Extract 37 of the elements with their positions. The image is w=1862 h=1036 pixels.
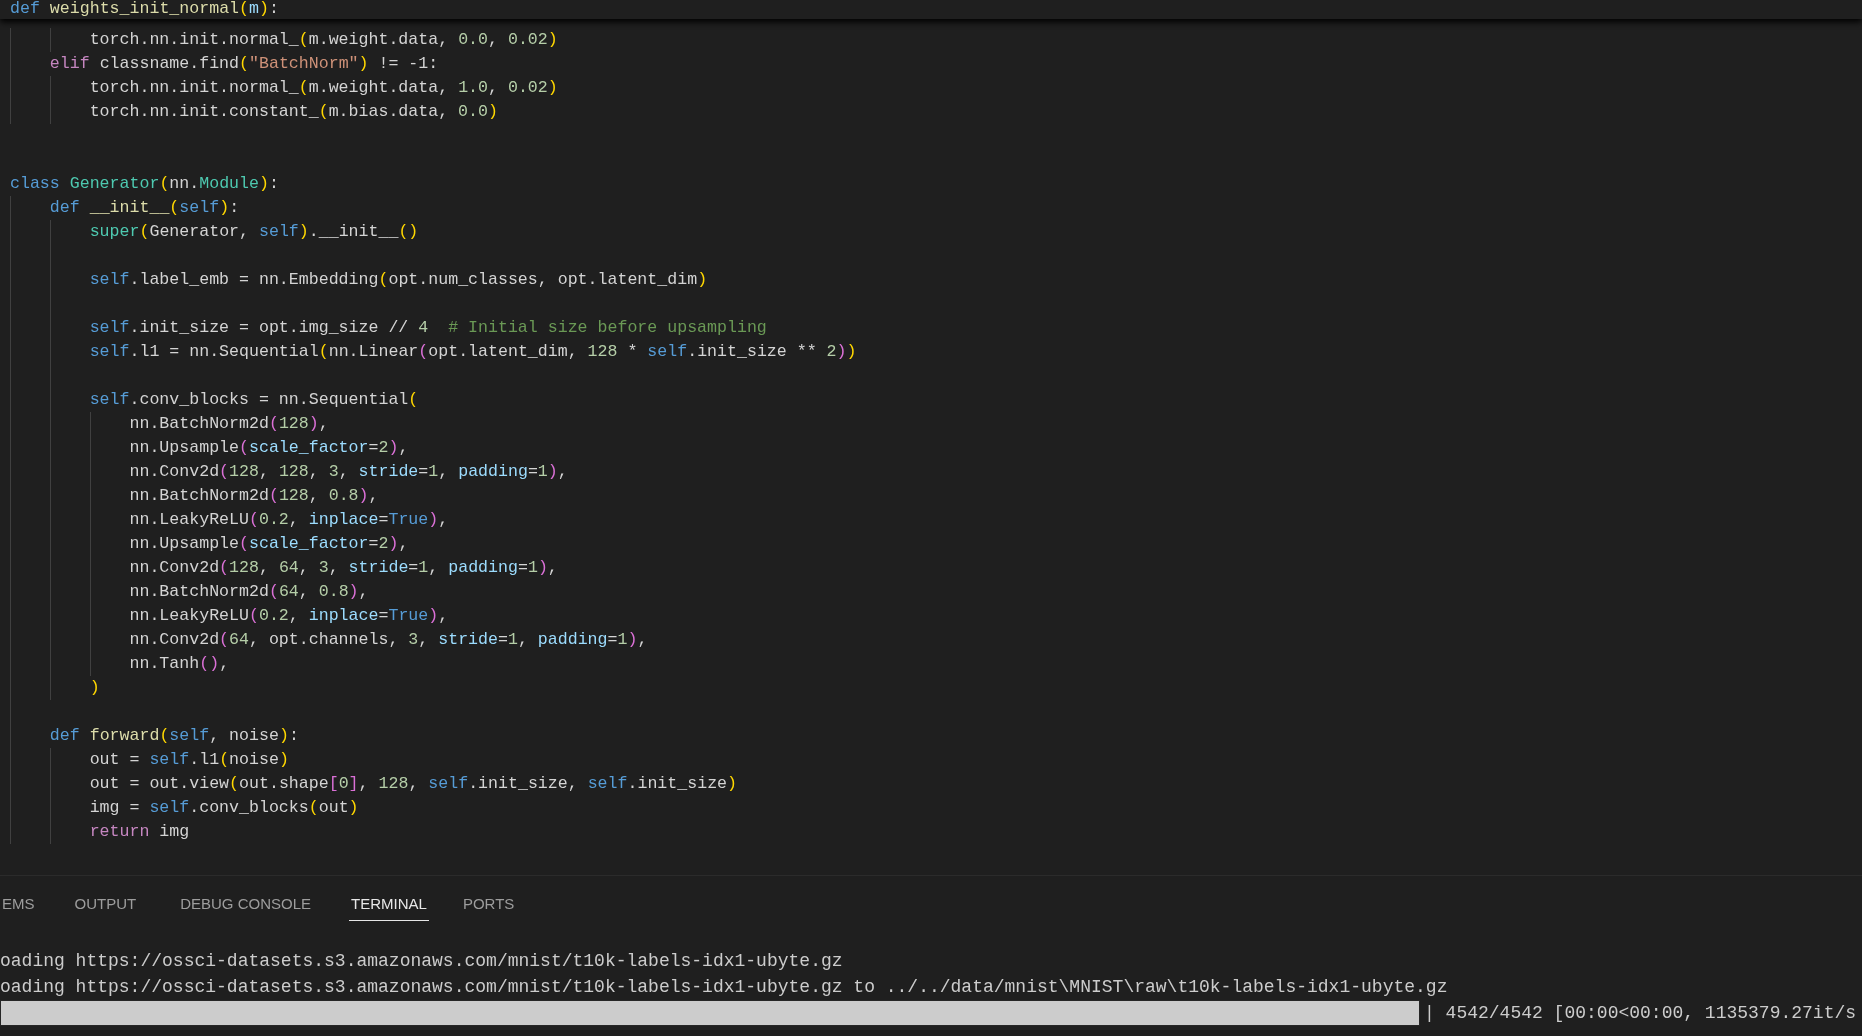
code-line: torch.nn.init.constant_(m.bias.data, 0.0) (89, 102, 498, 121)
code-line: torch.nn.init.normal_(m.weight.data, 0.0, 0.02) (89, 30, 558, 49)
code-line: torch.nn.init.normal_(m.weight.data, 1.0, 0.02) (89, 78, 558, 97)
code-line: nn.BatchNorm2d(128), (129, 414, 329, 433)
code-line: nn.Conv2d(128, 128, 3, stride=1, padding=1), (129, 462, 568, 481)
terminal-line: oading https://ossci-datasets.s3.amazonaws.com/mnist/t10k-labels-idx1-ubyte.gz (0, 950, 843, 973)
code-line: nn.LeakyReLU(0.2, inplace=True), (129, 606, 449, 625)
code-line: self.l1 = nn.Sequential(nn.Linear(opt.latent_dim, 128 * self.init_size ** 2)) (89, 342, 857, 361)
code-line: out = self.l1(noise) (89, 750, 289, 769)
code-line: nn.Tanh(), (129, 654, 230, 673)
code-line: nn.BatchNorm2d(128, 0.8), (129, 486, 379, 505)
code-line: super(Generator, self).__init__() (89, 222, 419, 241)
sticky-scroll-header: def weights_init_normal(m): (0, 0, 1862, 19)
code-line: elif classname.find("BatchNorm") != -1: (49, 54, 439, 73)
panel-tab[interactable]: PORTS (460, 894, 517, 921)
code-line: nn.LeakyReLU(0.2, inplace=True), (129, 510, 449, 529)
code-line: ) (89, 678, 100, 697)
code-line: nn.Conv2d(64, opt.channels, 3, stride=1, padding=1), (129, 630, 648, 649)
panel-tab[interactable]: TERMINAL (349, 894, 429, 921)
code-line: nn.Conv2d(128, 64, 3, stride=1, padding=1), (129, 558, 558, 577)
code-line: nn.Upsample(scale_factor=2), (129, 438, 409, 457)
code-line: out = out.view(out.shape[0], 128, self.init_size, self.init_size) (89, 774, 738, 793)
code-line: def __init__(self): (49, 198, 240, 217)
code-line: self.init_size = opt.img_size // 4 # Initial size before upsampling (89, 318, 767, 337)
progress-status: | 4542/4542 [00:00<00:00, 1135379.27it/s (1424, 1002, 1857, 1025)
panel-tab[interactable]: OUTPUT (72, 894, 139, 921)
panel-tab[interactable]: DEBUG CONSOLE (178, 894, 314, 921)
code-line: self.label_emb = nn.Embedding(opt.num_classes, opt.latent_dim) (89, 270, 708, 289)
terminal-line: oading https://ossci-datasets.s3.amazonaws.com/mnist/t10k-labels-idx1-ubyte.gz to ../../data/mnist\MNIST\raw\t10k-labels-idx1-ubyte.gz (0, 976, 1448, 999)
code-line: class Generator(nn.Module): (10, 174, 279, 193)
code-line: self.conv_blocks = nn.Sequential( (89, 390, 419, 409)
code-line: nn.BatchNorm2d(64, 0.8), (129, 582, 369, 601)
panel-tab[interactable]: EMS (0, 894, 37, 921)
code-line: return img (89, 822, 190, 841)
code-line: def forward(self, noise): (49, 726, 299, 745)
code-line: nn.Upsample(scale_factor=2), (129, 534, 409, 553)
code-line: img = self.conv_blocks(out) (89, 798, 359, 817)
